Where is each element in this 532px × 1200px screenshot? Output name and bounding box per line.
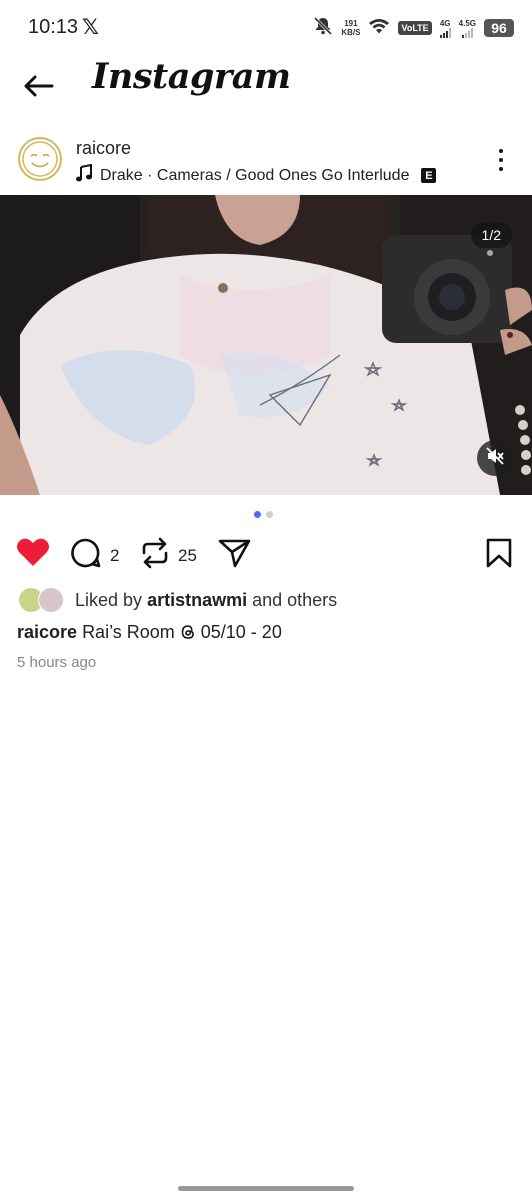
- status-icons: 191 KB/S VoLTE 4G 4.5G 96: [313, 14, 514, 42]
- battery-indicator: 96: [484, 19, 514, 37]
- music-info[interactable]: Drake · Cameras / Good Ones Go Interlude…: [76, 163, 437, 187]
- home-indicator[interactable]: [178, 1186, 354, 1191]
- bookmark-icon: [484, 537, 514, 574]
- carousel-counter: 1/2: [470, 222, 512, 248]
- more-options-button[interactable]: [488, 144, 514, 176]
- speech-bubble-icon: [70, 537, 102, 574]
- repost-count: 25: [178, 545, 197, 565]
- comment-button[interactable]: 2: [70, 537, 119, 574]
- post-username[interactable]: raicore: [76, 138, 131, 159]
- liked-by-user[interactable]: artistnawmi: [147, 590, 247, 610]
- carousel-indicator: [254, 511, 273, 518]
- caption-text: Rai’s Room: [82, 622, 180, 642]
- threads-icon: [180, 622, 196, 642]
- like-button[interactable]: [16, 537, 50, 572]
- dot: [499, 158, 503, 162]
- status-time: 10:13: [28, 16, 79, 38]
- post-caption: raicore Rai’s Room 05/10 - 20: [17, 622, 282, 643]
- mute-toggle-button[interactable]: [477, 440, 513, 476]
- avatar[interactable]: [18, 137, 62, 181]
- caption-date: 05/10 - 20: [195, 622, 282, 642]
- dot: [499, 149, 503, 153]
- share-button[interactable]: [218, 537, 252, 574]
- avatar: [38, 587, 64, 613]
- liked-by-avatars[interactable]: [18, 587, 66, 613]
- bell-muted-icon: [313, 16, 333, 41]
- carousel-dot: [254, 511, 261, 518]
- back-button[interactable]: [18, 68, 58, 108]
- paper-plane-icon: [218, 537, 252, 574]
- carousel-dot: [266, 511, 273, 518]
- heart-filled-icon: [16, 537, 50, 572]
- post-media[interactable]: [0, 195, 532, 495]
- post-photo: [0, 195, 532, 495]
- save-button[interactable]: [484, 537, 514, 574]
- post-timestamp: 5 hours ago: [17, 654, 97, 671]
- comment-count: 2: [110, 545, 120, 565]
- x-app-icon: 𝕏: [82, 16, 99, 39]
- sim1-signal: 4G: [439, 19, 451, 38]
- net-speed: 191 KB/S: [341, 19, 361, 37]
- music-title: Drake · Cameras / Good Ones Go Interlude: [100, 166, 410, 184]
- repost-button[interactable]: 25: [140, 537, 197, 574]
- instagram-logo: Instagram: [92, 56, 291, 97]
- dot: [499, 167, 503, 171]
- wifi-icon: [368, 17, 390, 40]
- arrow-left-icon: [22, 74, 54, 103]
- music-note-icon: [76, 163, 92, 187]
- smiley-avatar-icon: [22, 141, 58, 177]
- sim2-signal: 4.5G: [459, 19, 476, 38]
- volte-badge: VoLTE: [398, 21, 432, 35]
- explicit-badge: E: [421, 168, 437, 183]
- repost-arrows-icon: [140, 537, 170, 574]
- speaker-muted-icon: [486, 446, 504, 470]
- caption-username[interactable]: raicore: [17, 622, 77, 642]
- status-bar: 10:13 𝕏 191 KB/S VoLTE 4G 4.5G 96: [0, 0, 532, 56]
- liked-by-text[interactable]: Liked by artistnawmi and others: [75, 590, 337, 611]
